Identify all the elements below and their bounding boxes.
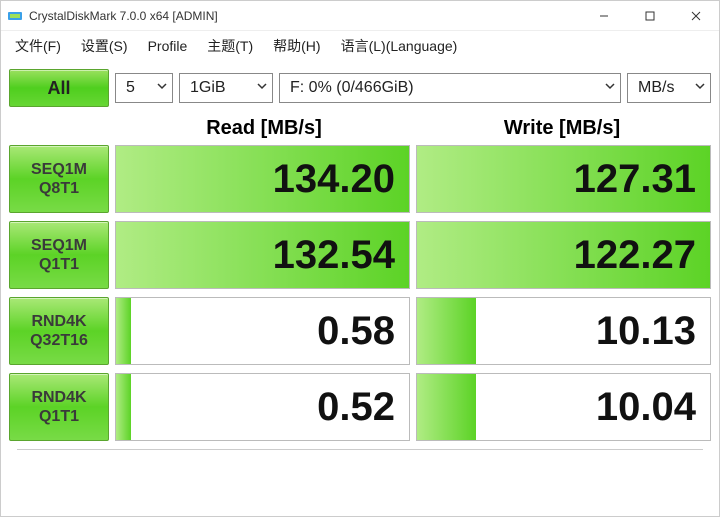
column-headers: Read [MB/s] Write [MB/s] bbox=[1, 111, 719, 145]
unit-select[interactable]: MB/s bbox=[627, 73, 711, 103]
menu-help[interactable]: 帮助(H) bbox=[265, 32, 328, 60]
read-value: 134.20 bbox=[273, 157, 395, 202]
chevron-down-icon bbox=[694, 79, 706, 97]
test-label-line1: RND4K bbox=[31, 388, 86, 407]
app-icon bbox=[7, 8, 23, 24]
header-read: Read [MB/s] bbox=[115, 117, 413, 140]
run-seq1m-q1t1-button[interactable]: SEQ1M Q1T1 bbox=[9, 221, 109, 289]
read-value: 132.54 bbox=[273, 233, 395, 278]
write-value: 10.04 bbox=[596, 385, 696, 430]
drive-value: F: 0% (0/466GiB) bbox=[290, 79, 598, 97]
close-button[interactable] bbox=[673, 1, 719, 31]
write-value: 127.31 bbox=[574, 157, 696, 202]
test-label-line2: Q32T16 bbox=[30, 331, 88, 350]
write-cell: 10.13 bbox=[416, 297, 711, 365]
menubar: 文件(F) 设置(S) Profile 主题(T) 帮助(H) 语言(L)(La… bbox=[1, 31, 719, 61]
write-cell: 127.31 bbox=[416, 145, 711, 213]
window-title: CrystalDiskMark 7.0.0 x64 [ADMIN] bbox=[29, 9, 581, 23]
test-size-value: 1GiB bbox=[190, 79, 250, 97]
read-cell: 134.20 bbox=[115, 145, 410, 213]
result-row: SEQ1M Q1T1 132.54 122.27 bbox=[9, 221, 711, 289]
test-label-line1: RND4K bbox=[31, 312, 86, 331]
chevron-down-icon bbox=[256, 79, 268, 97]
read-cell: 0.58 bbox=[115, 297, 410, 365]
menu-profile[interactable]: Profile bbox=[140, 34, 196, 58]
write-bar bbox=[417, 374, 476, 440]
write-value: 122.27 bbox=[574, 233, 696, 278]
minimize-button[interactable] bbox=[581, 1, 627, 31]
menu-file[interactable]: 文件(F) bbox=[7, 32, 69, 60]
controls-row: All 5 1GiB F: 0% (0/466GiB) MB/s bbox=[1, 61, 719, 111]
result-row: RND4K Q32T16 0.58 10.13 bbox=[9, 297, 711, 365]
menu-theme[interactable]: 主题(T) bbox=[199, 32, 261, 60]
menu-settings[interactable]: 设置(S) bbox=[73, 32, 136, 60]
unit-value: MB/s bbox=[638, 79, 688, 97]
write-cell: 10.04 bbox=[416, 373, 711, 441]
chevron-down-icon bbox=[604, 79, 616, 97]
run-seq1m-q8t1-button[interactable]: SEQ1M Q8T1 bbox=[9, 145, 109, 213]
test-label-line2: Q1T1 bbox=[39, 255, 79, 274]
status-footer bbox=[17, 449, 703, 477]
header-write: Write [MB/s] bbox=[413, 117, 711, 140]
test-label-line2: Q8T1 bbox=[39, 179, 79, 198]
test-count-select[interactable]: 5 bbox=[115, 73, 173, 103]
run-rnd4k-q32t16-button[interactable]: RND4K Q32T16 bbox=[9, 297, 109, 365]
result-row: RND4K Q1T1 0.52 10.04 bbox=[9, 373, 711, 441]
read-bar bbox=[116, 298, 131, 364]
results-grid: SEQ1M Q8T1 134.20 127.31 SEQ1M Q1T1 132.… bbox=[1, 145, 719, 516]
read-cell: 0.52 bbox=[115, 373, 410, 441]
test-size-select[interactable]: 1GiB bbox=[179, 73, 273, 103]
maximize-button[interactable] bbox=[627, 1, 673, 31]
chevron-down-icon bbox=[156, 79, 168, 97]
app-window: CrystalDiskMark 7.0.0 x64 [ADMIN] 文件(F) … bbox=[0, 0, 720, 517]
read-value: 0.52 bbox=[317, 385, 395, 430]
read-bar bbox=[116, 374, 131, 440]
run-rnd4k-q1t1-button[interactable]: RND4K Q1T1 bbox=[9, 373, 109, 441]
test-label-line1: SEQ1M bbox=[31, 160, 87, 179]
write-cell: 122.27 bbox=[416, 221, 711, 289]
test-count-value: 5 bbox=[126, 79, 150, 97]
result-row: SEQ1M Q8T1 134.20 127.31 bbox=[9, 145, 711, 213]
read-cell: 132.54 bbox=[115, 221, 410, 289]
test-label-line2: Q1T1 bbox=[39, 407, 79, 426]
test-label-line1: SEQ1M bbox=[31, 236, 87, 255]
drive-select[interactable]: F: 0% (0/466GiB) bbox=[279, 73, 621, 103]
menu-language[interactable]: 语言(L)(Language) bbox=[333, 32, 466, 60]
titlebar: CrystalDiskMark 7.0.0 x64 [ADMIN] bbox=[1, 1, 719, 31]
run-all-button[interactable]: All bbox=[9, 69, 109, 107]
write-value: 10.13 bbox=[596, 309, 696, 354]
read-value: 0.58 bbox=[317, 309, 395, 354]
write-bar bbox=[417, 298, 476, 364]
